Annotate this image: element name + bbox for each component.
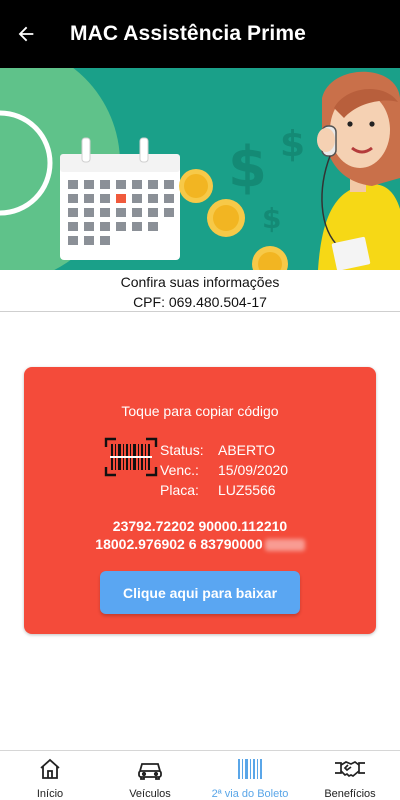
plate-row: Placa: LUZ5566 [160, 480, 288, 500]
handshake-icon [335, 761, 365, 778]
bottom-navigation: Início Veículos 2ª via do Boleto Benefíc… [0, 750, 400, 800]
barcode-line-1: 23792.72202 90000.112210 [112, 518, 288, 534]
barcode-number[interactable]: 23792.72202 90000.112210 18002.976902 6 … [24, 517, 376, 553]
banner-illustration: $ $ $ [0, 68, 400, 270]
svg-text:$: $ [280, 124, 305, 165]
barcode-line-2-wrap: 18002.976902 6 83790000 [24, 535, 376, 553]
back-button[interactable] [0, 0, 52, 68]
boleto-card[interactable]: Toque para copiar código Status: ABERTO [24, 367, 376, 634]
download-boleto-button[interactable]: Clique aqui para baixar [100, 571, 300, 614]
app-bar: MAC Assistência Prime [0, 0, 400, 68]
barcode-line-2: 18002.976902 6 83790000 [95, 536, 263, 552]
status-row: Status: ABERTO [160, 440, 288, 460]
status-label: Status: [160, 442, 204, 458]
status-value: ABERTO [218, 442, 276, 458]
plate-label: Placa: [160, 482, 199, 498]
nav-item-boleto[interactable]: 2ª via do Boleto [200, 751, 300, 800]
barcode-icon [104, 437, 158, 477]
woman-on-phone-illustration [317, 71, 400, 270]
due-date-row: Venc.: 15/09/2020 [160, 460, 288, 480]
copy-code-hint: Toque para copiar código [121, 403, 279, 419]
due-date-value: 15/09/2020 [218, 462, 289, 478]
user-info: Confira suas informações CPF: 069.480.50… [0, 270, 400, 312]
cpf-text: CPF: 069.480.504-17 [133, 294, 267, 310]
barcode-icon [238, 759, 262, 779]
nav-item-label: 2ª via do Boleto [211, 788, 289, 800]
nav-item-label: Início [36, 788, 64, 800]
nav-item-label: Benefícios [324, 788, 376, 800]
due-date-label: Venc.: [160, 462, 199, 478]
plate-value: LUZ5566 [218, 482, 276, 498]
boleto-details: Status: ABERTO Venc.: 15/09/2020 Placa: … [160, 440, 288, 500]
svg-text:$: $ [262, 202, 281, 235]
arrow-left-icon [18, 26, 34, 42]
calendar-icon [60, 137, 180, 260]
nav-item-home[interactable]: Início [0, 751, 100, 800]
car-icon [138, 763, 162, 780]
nav-item-benefits[interactable]: Benefícios [300, 751, 400, 800]
home-icon [40, 758, 60, 779]
info-heading: Confira suas informações [120, 274, 280, 290]
redacted-digits [264, 539, 305, 552]
nav-item-label: Veículos [129, 788, 171, 800]
svg-text:$: $ [228, 135, 267, 200]
nav-item-vehicles[interactable]: Veículos [100, 751, 200, 800]
page-title: MAC Assistência Prime [70, 22, 306, 45]
